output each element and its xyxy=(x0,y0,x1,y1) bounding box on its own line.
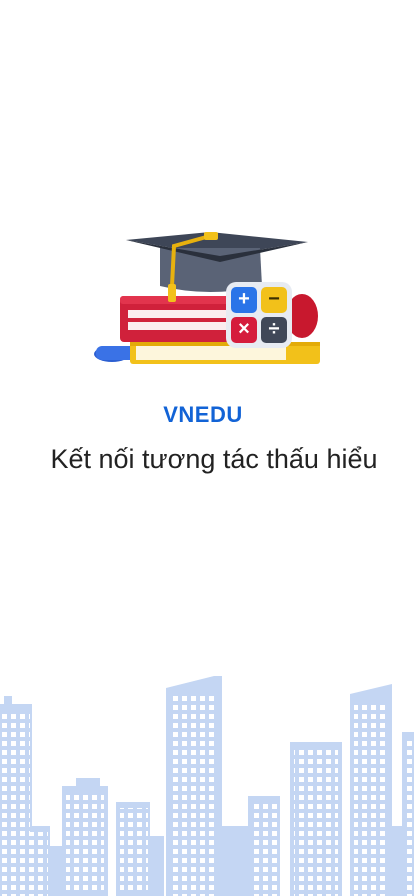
splash-screen: + − × ÷ VNEDU Kết nối tương tác thấu hiể… xyxy=(0,0,414,896)
calculator-key-times: × xyxy=(238,318,250,340)
calculator-key-plus: + xyxy=(238,288,250,310)
app-tagline: Kết nối tương tác thấu hiểu xyxy=(50,444,378,474)
app-name: VNEDU xyxy=(163,402,243,427)
city-skyline-illustration xyxy=(0,676,414,896)
graduation-books-calculator-icon xyxy=(94,232,320,364)
calculator-key-divide: ÷ xyxy=(268,318,280,340)
calculator-key-minus: − xyxy=(268,288,280,310)
